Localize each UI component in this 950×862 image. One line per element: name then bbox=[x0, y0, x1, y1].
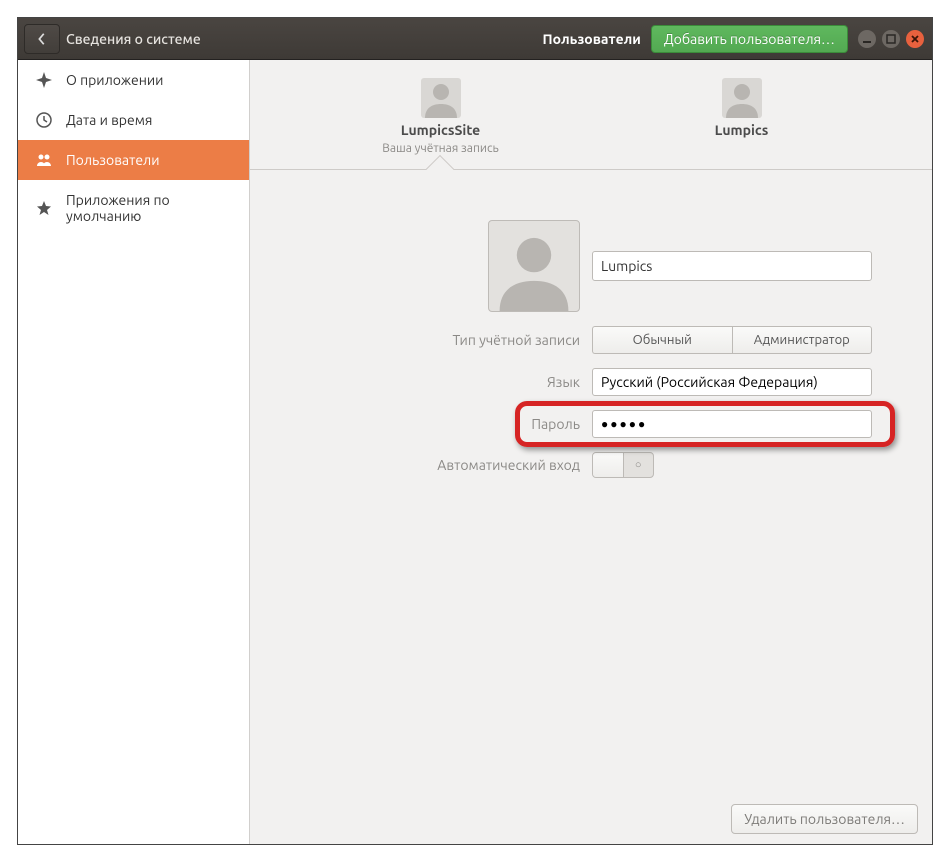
window-controls bbox=[858, 30, 924, 48]
user-tabs: LumpicsSite Ваша учётная запись Lumpics bbox=[250, 60, 932, 170]
chevron-left-icon bbox=[37, 32, 47, 46]
sidebar: О приложении Дата и время Пользователи П… bbox=[18, 60, 250, 844]
clock-icon bbox=[36, 112, 52, 128]
language-label: Язык bbox=[310, 374, 580, 390]
titlebar-back-label: Сведения о системе bbox=[66, 31, 201, 47]
user-tab-name: LumpicsSite bbox=[401, 122, 480, 138]
account-type-toggle[interactable]: Обычный Администратор bbox=[592, 326, 872, 354]
main-panel: LumpicsSite Ваша учётная запись Lumpics bbox=[250, 60, 932, 844]
password-button[interactable]: ●●●●● bbox=[592, 410, 872, 438]
avatar-icon bbox=[421, 78, 461, 118]
sidebar-item-about[interactable]: О приложении bbox=[18, 60, 249, 100]
password-label: Пароль bbox=[310, 416, 580, 432]
users-icon bbox=[36, 152, 52, 168]
sidebar-item-default-apps[interactable]: Приложения по умолчанию bbox=[18, 180, 249, 236]
close-button[interactable] bbox=[906, 30, 924, 48]
user-tab-name: Lumpics bbox=[715, 122, 769, 138]
sidebar-item-label: О приложении bbox=[66, 72, 163, 88]
delete-user-button[interactable]: Удалить пользователя… bbox=[731, 804, 918, 834]
full-name-input[interactable] bbox=[592, 251, 872, 281]
account-type-label: Тип учётной записи bbox=[310, 332, 580, 348]
autologin-label: Автоматический вход bbox=[310, 457, 580, 473]
maximize-button[interactable] bbox=[882, 30, 900, 48]
sidebar-item-users[interactable]: Пользователи bbox=[18, 140, 249, 180]
avatar-picker[interactable] bbox=[488, 220, 580, 312]
sidebar-item-label: Пользователи bbox=[66, 152, 160, 168]
switch-off-indicator: ○ bbox=[624, 453, 654, 477]
user-tab-subtitle: Ваша учётная запись bbox=[382, 142, 499, 155]
language-button[interactable]: Русский (Российская Федерация) bbox=[592, 368, 872, 396]
sidebar-item-label: Дата и время bbox=[66, 112, 152, 128]
user-form: Тип учётной записи Обычный Администратор… bbox=[250, 170, 932, 844]
user-tab-other[interactable]: Lumpics bbox=[652, 78, 832, 169]
titlebar: Сведения о системе Пользователи Добавить… bbox=[18, 18, 932, 60]
add-user-button[interactable]: Добавить пользователя… bbox=[651, 25, 848, 53]
avatar-icon bbox=[722, 78, 762, 118]
account-type-standard[interactable]: Обычный bbox=[592, 326, 732, 354]
star-icon bbox=[36, 200, 52, 216]
account-type-admin[interactable]: Администратор bbox=[732, 326, 873, 354]
minimize-button[interactable] bbox=[858, 30, 876, 48]
settings-window: Сведения о системе Пользователи Добавить… bbox=[17, 17, 933, 845]
sidebar-item-label: Приложения по умолчанию bbox=[66, 192, 231, 224]
titlebar-section-label: Пользователи bbox=[543, 31, 641, 47]
autologin-switch[interactable]: ○ bbox=[592, 452, 654, 478]
switch-knob bbox=[593, 453, 624, 477]
back-button[interactable] bbox=[24, 24, 60, 54]
sidebar-item-datetime[interactable]: Дата и время bbox=[18, 100, 249, 140]
sparkle-icon bbox=[36, 72, 52, 88]
